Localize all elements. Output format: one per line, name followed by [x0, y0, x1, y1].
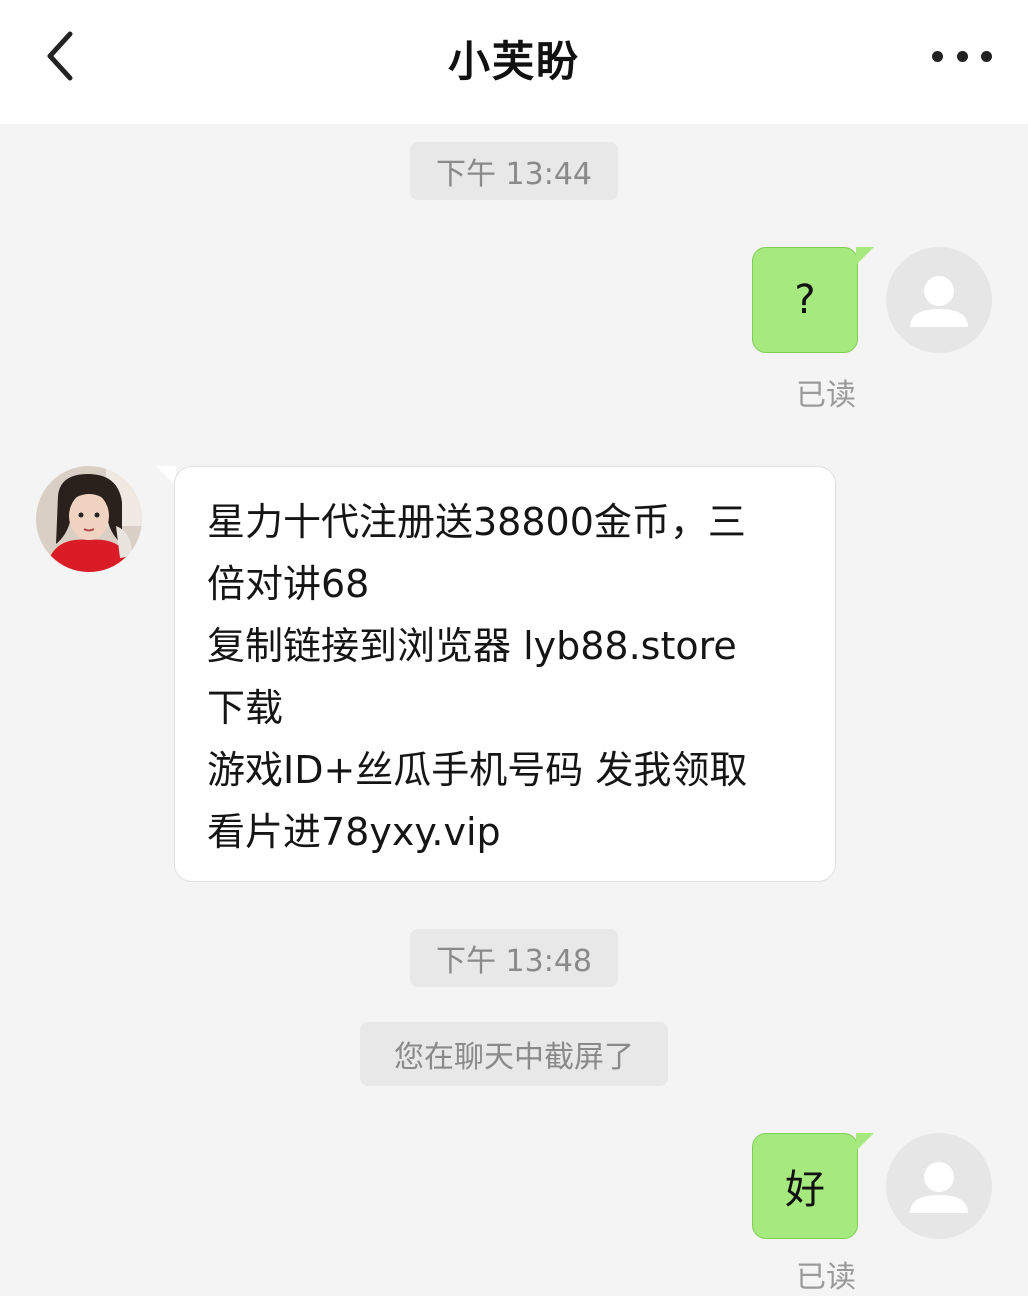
chat-title: 小芙盼 [447, 37, 580, 86]
incoming-message-bubble[interactable]: 星力十代注册送38800金币，三 倍对讲68 复制链接到浏览器 lyb88.st… [174, 466, 836, 882]
my-avatar[interactable] [886, 247, 992, 353]
message-line: 游戏ID+丝瓜手机号码 发我领取 [207, 748, 748, 792]
user-icon [910, 276, 968, 327]
more-horizontal-icon [932, 50, 943, 62]
more-dot [981, 50, 992, 62]
contact-photo [36, 466, 142, 572]
message-line: 看片进78yxy.vip [207, 810, 501, 854]
read-status: 已读 [796, 378, 856, 413]
timestamp: 下午 13:44 [410, 142, 618, 200]
bubble-tail [856, 1133, 874, 1151]
my-avatar[interactable] [886, 1133, 992, 1239]
read-status: 已读 [796, 1260, 856, 1295]
message-line: 倍对讲68 [207, 562, 370, 606]
top-bar: 小芙盼 [0, 0, 1028, 124]
bubble-tail [156, 466, 176, 486]
more-button[interactable] [932, 34, 992, 78]
outgoing-message-bubble[interactable]: 好 [752, 1133, 858, 1239]
contact-avatar[interactable] [36, 466, 142, 572]
bubble-tail [856, 247, 874, 265]
timestamp: 下午 13:48 [410, 929, 618, 987]
more-dot [956, 50, 968, 62]
system-notice: 您在聊天中截屏了 [360, 1022, 668, 1086]
user-icon [910, 1162, 968, 1213]
message-line: 下载 [207, 686, 284, 730]
message-line: 复制链接到浏览器 lyb88.store [207, 624, 737, 668]
message-line: 星力十代注册送38800金币，三 [207, 500, 746, 544]
outgoing-message-bubble[interactable]: ? [752, 247, 858, 353]
